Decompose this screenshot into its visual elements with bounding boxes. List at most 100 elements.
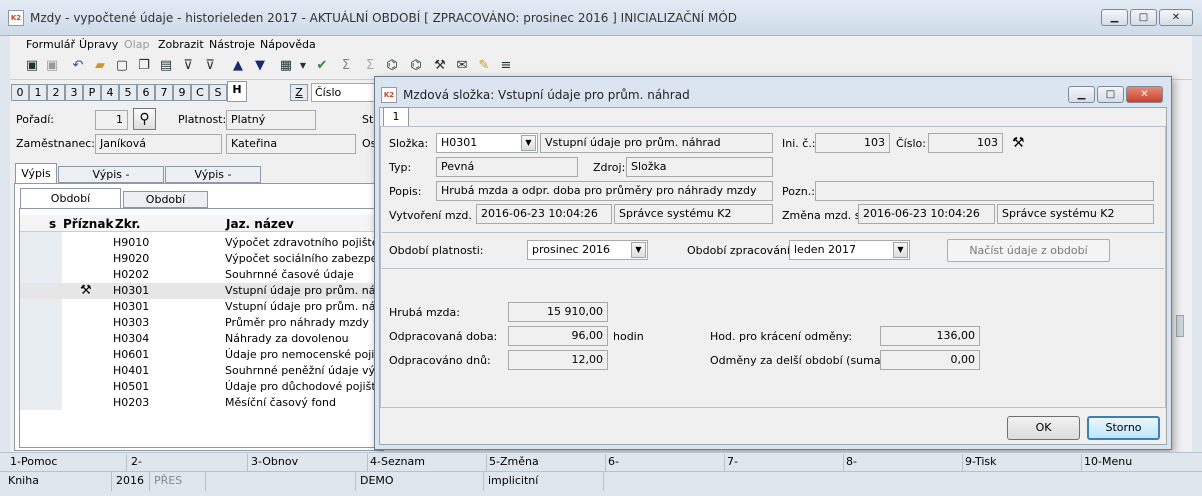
fkey-1[interactable]: 1-Pomoc bbox=[8, 454, 127, 471]
slozka-select[interactable]: H0301 ▼ bbox=[436, 133, 538, 153]
filter-edit-icon[interactable]: ⊽ bbox=[202, 58, 218, 74]
binoculars-icon[interactable]: ⌬ bbox=[384, 58, 400, 74]
tab-vypis-zamestnanec[interactable]: Výpis - zaměstnanec bbox=[58, 166, 164, 197]
print-icon[interactable]: ▦ bbox=[278, 58, 294, 74]
tab-vypis-organizace[interactable]: Výpis - organizace bbox=[165, 166, 261, 197]
sort-key-z[interactable]: Z bbox=[290, 84, 308, 101]
tab-9[interactable]: 9 bbox=[173, 84, 191, 101]
scrollbar-thumb[interactable] bbox=[1176, 315, 1184, 337]
tab-1[interactable]: 1 bbox=[29, 84, 47, 101]
arrow-up-icon[interactable]: ▲ bbox=[230, 58, 246, 74]
undo-icon[interactable]: ↶ bbox=[70, 58, 86, 74]
new-document-icon[interactable]: ▢ bbox=[114, 58, 130, 74]
table-row[interactable]: H0501 Údaje pro důchodové pojištění bbox=[113, 379, 392, 395]
chevron-down-icon[interactable]: ▼ bbox=[631, 242, 646, 258]
col-jaz-nazev[interactable]: Jaz. název bbox=[226, 217, 294, 231]
dialog-maximize-button[interactable]: □ bbox=[1097, 86, 1124, 103]
tab-5[interactable]: 5 bbox=[119, 84, 137, 101]
fkey-3[interactable]: 3-Obnov bbox=[249, 454, 368, 471]
tab-vypis[interactable]: Výpis bbox=[15, 163, 57, 183]
dropdown-icon[interactable]: ▼ bbox=[295, 58, 311, 74]
fkey-9[interactable]: 9-Tisk bbox=[963, 454, 1082, 471]
tab-4[interactable]: 4 bbox=[101, 84, 119, 101]
menu-upravy[interactable]: Úpravy bbox=[79, 38, 118, 51]
subtab-obdobi-zpracovani[interactable]: Období zpracování bbox=[20, 188, 121, 224]
nacist-udaje-button[interactable]: Načíst údaje z období bbox=[947, 239, 1110, 262]
tab-6[interactable]: 6 bbox=[137, 84, 155, 101]
save-icon[interactable]: ▣ bbox=[24, 58, 40, 74]
table-row[interactable]: H0601 Údaje pro nemocenské pojištění bbox=[113, 347, 401, 363]
close-button[interactable]: ✕ bbox=[1159, 9, 1193, 26]
tab-p[interactable]: P bbox=[83, 84, 101, 101]
poradi-field[interactable]: 1 bbox=[95, 110, 128, 130]
table-row[interactable]: H0202 Souhrnné časové údaje bbox=[113, 267, 354, 283]
menu-olap[interactable]: Olap bbox=[124, 38, 149, 51]
dialog-tab-1[interactable]: 1 bbox=[383, 107, 409, 126]
search-button[interactable]: ⚲ bbox=[133, 108, 156, 130]
menu-napoveda[interactable]: Nápověda bbox=[260, 38, 316, 51]
platnost-field[interactable]: Platný bbox=[226, 110, 316, 130]
table-row[interactable]: H0301 Vstupní údaje pro prům. náhrad bbox=[113, 283, 401, 299]
table-row[interactable]: H0301 Vstupní údaje pro prům. náhrad bbox=[113, 299, 401, 315]
save-as-icon[interactable]: ▣ bbox=[44, 58, 60, 74]
copy-icon[interactable]: ❐ bbox=[136, 58, 152, 74]
col-priznak[interactable]: Příznak bbox=[63, 217, 113, 231]
notepad-icon[interactable]: ✎ bbox=[476, 58, 492, 74]
maximize-button[interactable]: □ bbox=[1130, 9, 1157, 26]
binoculars-next-icon[interactable]: ⌬ bbox=[408, 58, 424, 74]
fkey-4[interactable]: 4-Seznam bbox=[368, 454, 487, 471]
tab-7[interactable]: 7 bbox=[155, 84, 173, 101]
table-row[interactable]: H9010 Výpočet zdravotního pojištění bbox=[113, 235, 389, 251]
obdobi-zpracovani-select[interactable]: leden 2017 ▼ bbox=[789, 240, 910, 260]
row-zkr: H0203 bbox=[113, 396, 150, 409]
menu-zobrazit[interactable]: Zobrazit bbox=[158, 38, 204, 51]
fkey-7[interactable]: 7- bbox=[725, 454, 844, 471]
fkey-6[interactable]: 6- bbox=[606, 454, 725, 471]
dialog-close-button[interactable]: ✕ bbox=[1126, 86, 1163, 103]
open-folder-icon[interactable]: ▰ bbox=[92, 58, 108, 74]
sort-field[interactable]: Číslo bbox=[311, 83, 377, 102]
fkey-8[interactable]: 8- bbox=[844, 454, 963, 471]
tools-icon[interactable]: ⚒ bbox=[432, 58, 448, 74]
tab-c[interactable]: C bbox=[191, 84, 209, 101]
sum-disabled-icon[interactable]: Σ bbox=[362, 58, 378, 74]
chevron-down-icon[interactable]: ▼ bbox=[893, 242, 908, 258]
minimize-button[interactable]: ▁ bbox=[1101, 9, 1128, 26]
storno-button[interactable]: Storno bbox=[1087, 416, 1160, 440]
tab-3[interactable]: 3 bbox=[65, 84, 83, 101]
fkey-5[interactable]: 5-Změna bbox=[487, 454, 606, 471]
check-icon[interactable]: ✔ bbox=[314, 58, 330, 74]
dialog-minimize-button[interactable]: ▁ bbox=[1068, 86, 1095, 103]
obdobi-platnosti-select[interactable]: prosinec 2016 ▼ bbox=[527, 240, 648, 260]
book-icon[interactable]: ▤ bbox=[158, 58, 174, 74]
arrow-down-icon[interactable]: ▼ bbox=[252, 58, 268, 74]
chevron-down-icon[interactable]: ▼ bbox=[521, 135, 536, 151]
table-row[interactable]: H0303 Průměr pro náhrady mzdy bbox=[113, 315, 369, 331]
fkey-10[interactable]: 10-Menu bbox=[1082, 454, 1194, 471]
menu-formular[interactable]: Formulář bbox=[26, 38, 75, 51]
menu-icon[interactable]: ≡ bbox=[498, 58, 514, 74]
col-s[interactable]: s bbox=[49, 217, 56, 231]
tab-0[interactable]: 0 bbox=[11, 84, 29, 101]
tab-2[interactable]: 2 bbox=[47, 84, 65, 101]
tab-s[interactable]: S bbox=[209, 84, 227, 101]
table-row[interactable]: H0304 Náhrady za dovolenou bbox=[113, 331, 349, 347]
subtab-obdobi-platnosti[interactable]: Období platnosti bbox=[123, 191, 208, 222]
fkey-2[interactable]: 2- bbox=[129, 454, 248, 471]
mail-icon[interactable]: ✉ bbox=[454, 58, 470, 74]
table-row[interactable]: H9020 Výpočet sociálního zabezpečení bbox=[113, 251, 400, 267]
ok-button[interactable]: OK bbox=[1007, 416, 1080, 440]
sum-icon[interactable]: Σ bbox=[338, 58, 354, 74]
filter-icon[interactable]: ⊽ bbox=[180, 58, 196, 74]
col-zkr[interactable]: Zkr. bbox=[115, 217, 140, 231]
tab-h[interactable]: H bbox=[227, 81, 247, 102]
menu-bar: Formulář Úpravy Olap Zobrazit Nástroje N… bbox=[10, 36, 1192, 54]
zamestnanec-last-name[interactable]: Janíková bbox=[95, 134, 222, 154]
magnifier-icon: ⚲ bbox=[139, 111, 150, 127]
table-row[interactable]: H0401 Souhrnné peněžní údaje výplaty bbox=[113, 363, 403, 379]
menu-nastroje[interactable]: Nástroje bbox=[209, 38, 255, 51]
hammer-icon: ⚒ bbox=[80, 283, 92, 298]
table-row[interactable]: H0203 Měsíční časový fond bbox=[113, 395, 336, 411]
zamestnanec-first-name[interactable]: Kateřina bbox=[226, 134, 356, 154]
tools-icon[interactable]: ⚒ bbox=[1012, 135, 1025, 151]
